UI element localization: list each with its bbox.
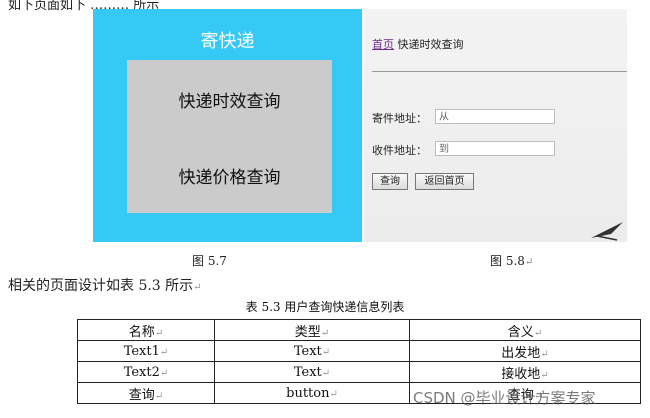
cell-name: Text2↵ xyxy=(77,361,215,383)
receiver-address-input[interactable]: 到 xyxy=(435,141,555,156)
header-name: 名称↵ xyxy=(77,319,215,341)
menu-panel: 快递时效查询 快递价格查询 xyxy=(127,60,332,213)
cell-meaning: 出发地↵ xyxy=(409,340,641,362)
figure-57-caption: 图 5.7 xyxy=(192,254,227,268)
figure-express-send: 寄快递 快递时效查询 快递价格查询 xyxy=(93,9,362,242)
decorative-swoosh-icon xyxy=(591,222,623,241)
receiver-label: 收件地址： xyxy=(372,144,427,157)
back-home-button[interactable]: 返回首页 xyxy=(415,173,474,190)
table-row: Text1↵ Text↵ 出发地↵ xyxy=(77,340,641,362)
sender-label: 寄件地址： xyxy=(372,112,427,125)
header-type: 类型↵ xyxy=(214,319,410,341)
watermark: CSDN @毕业设计方案专家 xyxy=(413,389,596,407)
figure-time-query-form: 首页 快递时效查询 寄件地址： 从 收件地址： 到 查询 返回首页 xyxy=(364,9,627,242)
query-button[interactable]: 查询 xyxy=(372,173,408,190)
breadcrumb-home-link[interactable]: 首页 xyxy=(372,38,394,51)
table-row: Text2↵ Text↵ 接收地↵ xyxy=(77,361,641,383)
divider xyxy=(372,71,627,72)
cell-name: Text1↵ xyxy=(77,340,215,362)
breadcrumb-current: 快递时效查询 xyxy=(397,38,464,51)
sender-address-input[interactable]: 从 xyxy=(435,109,555,124)
breadcrumb: 首页 快递时效查询 xyxy=(372,36,464,52)
cell-type: button↵ xyxy=(214,382,410,404)
paragraph: 相关的页面设计如表 5.3 所示↵ xyxy=(8,278,202,294)
cell-name: 查询↵ xyxy=(77,382,215,404)
cell-meaning: 接收地↵ xyxy=(409,361,641,383)
cell-type: Text↵ xyxy=(214,361,410,383)
figure-58-caption: 图 5.8↵ xyxy=(490,254,534,268)
cell-type: Text↵ xyxy=(214,340,410,362)
send-express-title: 寄快递 xyxy=(200,31,255,52)
header-meaning: 含义↵ xyxy=(409,319,641,341)
table-header-row: 名称↵ 类型↵ 含义↵ xyxy=(77,319,641,341)
menu-item-time-query[interactable]: 快递时效查询 xyxy=(127,87,332,112)
menu-item-price-query[interactable]: 快递价格查询 xyxy=(127,163,332,188)
table-caption: 表 5.3 用户查询快递信息列表 xyxy=(245,300,405,314)
